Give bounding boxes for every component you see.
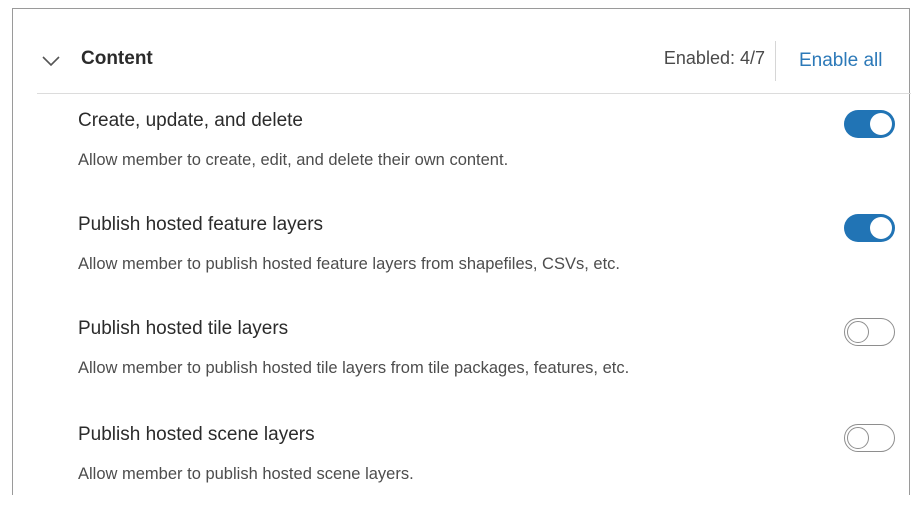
privilege-description: Allow member to publish hosted tile laye…: [78, 359, 630, 377]
toggle-knob: [870, 113, 892, 135]
privilege-toggle[interactable]: [844, 318, 895, 346]
privilege-description: Allow member to publish hosted feature l…: [78, 255, 620, 273]
toggle-knob: [846, 426, 869, 449]
privilege-toggle[interactable]: [844, 214, 895, 242]
privilege-toggle[interactable]: [844, 424, 895, 452]
section-title: Content: [81, 48, 153, 69]
content-privileges-panel: Content Enabled: 4/7 Enable all Create, …: [12, 8, 911, 495]
privilege-item-create-update-delete: Create, update, and delete Allow member …: [13, 109, 909, 209]
privilege-title: Create, update, and delete: [78, 110, 304, 131]
privilege-description: Allow member to create, edit, and delete…: [78, 151, 509, 169]
header-divider: [775, 41, 776, 81]
header-separator: [37, 93, 911, 94]
privilege-title: Publish hosted feature layers: [78, 214, 324, 235]
chevron-down-icon[interactable]: [42, 54, 60, 68]
toggle-knob: [846, 320, 869, 343]
privilege-item-publish-feature-layers: Publish hosted feature layers Allow memb…: [13, 213, 909, 313]
privilege-item-publish-scene-layers: Publish hosted scene layers Allow member…: [13, 423, 909, 523]
enable-all-link[interactable]: Enable all: [799, 49, 882, 73]
enabled-count: Enabled: 4/7: [663, 48, 765, 68]
privilege-title: Publish hosted scene layers: [78, 424, 315, 445]
privilege-description: Allow member to publish hosted scene lay…: [78, 465, 414, 483]
section-header[interactable]: Content Enabled: 4/7 Enable all: [13, 9, 909, 93]
toggle-knob: [870, 217, 892, 239]
privilege-title: Publish hosted tile layers: [78, 318, 289, 339]
privilege-toggle[interactable]: [844, 110, 895, 138]
privilege-item-publish-tile-layers: Publish hosted tile layers Allow member …: [13, 317, 909, 417]
